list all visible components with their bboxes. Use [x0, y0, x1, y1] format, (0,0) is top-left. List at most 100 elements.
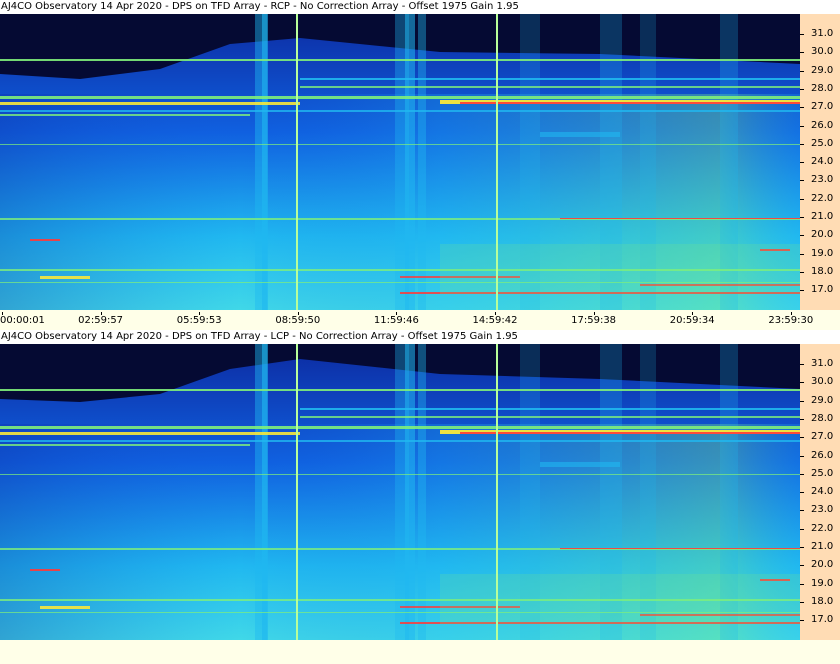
interference-band	[540, 132, 620, 137]
time-label: 14:59:42	[472, 315, 518, 326]
burst-column	[262, 344, 268, 640]
time-label: 08:59:50	[275, 315, 321, 326]
freq-tick	[800, 217, 804, 218]
time-tick	[297, 312, 299, 315]
freq-label: 22.0	[811, 192, 834, 204]
burst-column	[418, 344, 426, 640]
interference-band	[300, 408, 800, 410]
freq-tick	[800, 143, 804, 145]
storm-speckle	[440, 244, 800, 294]
burst-column	[405, 14, 415, 310]
freq-tick	[800, 364, 804, 365]
freq-tick	[800, 70, 804, 72]
freq-label: 25.0	[811, 137, 834, 149]
freq-tick	[800, 107, 804, 109]
freq-tick	[800, 455, 804, 457]
freq-tick	[800, 162, 804, 164]
burst-column	[262, 14, 268, 310]
interference-band	[40, 606, 90, 609]
freq-tick	[800, 34, 804, 35]
interference-band	[0, 96, 800, 99]
interference-band	[460, 102, 800, 104]
freq-label: 19.0	[811, 577, 834, 589]
interference-band	[0, 444, 250, 446]
freq-label: 30.0	[811, 376, 834, 388]
rcp-spectrogram	[0, 14, 800, 310]
time-label: 23:59:30	[768, 315, 814, 326]
interference-band	[540, 462, 620, 467]
freq-tick	[800, 492, 804, 494]
interference-band	[40, 276, 90, 279]
time-marker	[296, 344, 298, 640]
freq-label: 28.0	[811, 82, 834, 94]
burst-column	[405, 344, 415, 640]
time-tick	[396, 312, 398, 315]
burst-column	[418, 14, 426, 310]
time-tick	[100, 312, 102, 315]
freq-label: 24.0	[811, 486, 834, 498]
freq-label: 28.0	[811, 412, 834, 424]
freq-label: 27.0	[811, 101, 834, 113]
freq-tick	[800, 382, 804, 384]
interference-band	[0, 426, 800, 429]
freq-label: 25.0	[811, 467, 834, 479]
freq-tick	[800, 125, 804, 127]
freq-label: 23.0	[811, 174, 834, 186]
freq-tick	[800, 473, 804, 475]
freq-tick	[800, 400, 804, 402]
time-marker	[296, 14, 298, 310]
freq-tick	[800, 583, 804, 585]
freq-tick	[800, 290, 804, 292]
interference-band	[30, 569, 60, 571]
freq-tick	[800, 253, 804, 255]
freq-tick	[800, 601, 804, 603]
rcp-panel-title: AJ4CO Observatory 14 Apr 2020 - DPS on T…	[0, 0, 840, 14]
time-tick	[593, 312, 595, 315]
storm-speckle	[440, 574, 800, 624]
time-marker	[496, 14, 498, 310]
freq-label: 31.0	[811, 358, 834, 369]
rcp-spectrogram-svg	[0, 14, 800, 310]
time-label: 05:59:53	[176, 315, 222, 326]
interference-band	[560, 548, 800, 549]
time-label: 20:59:34	[669, 315, 715, 326]
freq-label: 23.0	[811, 504, 834, 516]
interference-band	[300, 78, 800, 80]
rcp-frequency-axis: 31.0 30.0 29.0 28.0 27.0 26.0 25.0 24.0 23.0 22.0…	[800, 14, 840, 310]
freq-tick	[800, 528, 804, 530]
lcp-frequency-axis: 31.0 30.0 29.0 28.0 27.0 26.0 25.0 24.0 23.0 22.0…	[800, 344, 840, 640]
time-axis: 00:00:01 02:59:57 05:59:53 08:59:50 11:59:46…	[0, 312, 840, 330]
freq-label: 17.0	[811, 614, 834, 626]
freq-label: 26.0	[811, 119, 834, 131]
time-label: 11:59:46	[373, 315, 419, 326]
freq-tick	[800, 418, 804, 420]
freq-tick	[800, 620, 804, 622]
freq-tick	[800, 437, 804, 439]
freq-tick	[800, 547, 804, 548]
freq-tick	[800, 565, 804, 567]
freq-tick	[800, 88, 804, 90]
freq-label: 30.0	[811, 46, 834, 58]
lcp-panel-title: AJ4CO Observatory 14 Apr 2020 - DPS on T…	[0, 330, 840, 344]
interference-band	[560, 218, 800, 219]
freq-label: 24.0	[811, 156, 834, 168]
freq-label: 18.0	[811, 265, 834, 277]
interference-band	[0, 59, 800, 61]
freq-label: 17.0	[811, 284, 834, 296]
freq-tick	[800, 271, 804, 273]
freq-tick	[800, 52, 804, 54]
interference-band	[300, 416, 800, 418]
interference-band	[460, 432, 800, 434]
freq-label: 27.0	[811, 431, 834, 443]
time-tick	[790, 312, 792, 315]
freq-label: 29.0	[811, 64, 834, 76]
lcp-spectrogram	[0, 344, 800, 640]
time-label: 02:59:57	[78, 315, 124, 326]
lcp-spectrogram-svg	[0, 344, 800, 640]
interference-band	[0, 102, 300, 105]
freq-tick	[800, 180, 804, 182]
interference-band	[0, 440, 800, 442]
interference-band	[0, 144, 800, 145]
interference-band	[0, 474, 800, 475]
freq-label: 19.0	[811, 247, 834, 259]
